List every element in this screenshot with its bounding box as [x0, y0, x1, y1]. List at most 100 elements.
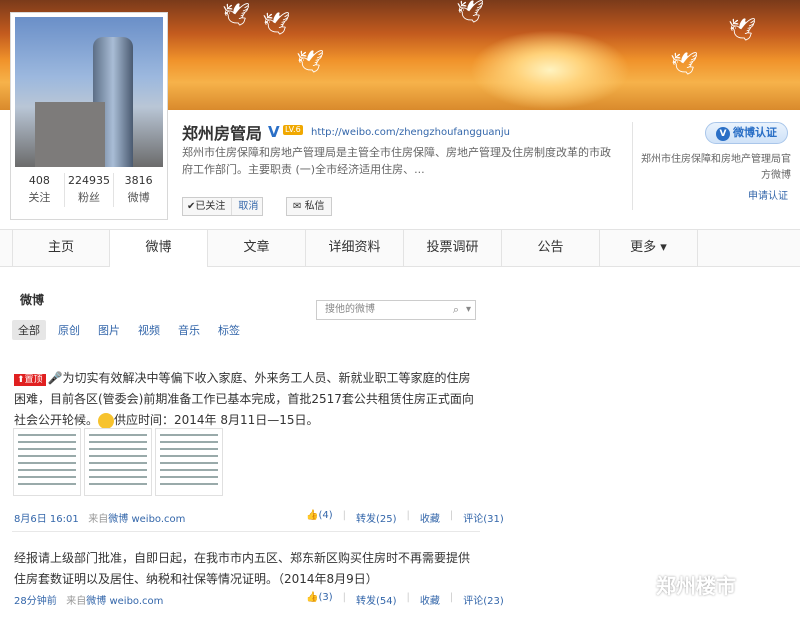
emoji-icon	[98, 412, 115, 429]
dove-icon: 🕊	[456, 0, 484, 25]
feed-title: 微博	[20, 293, 45, 307]
separator: |	[406, 592, 410, 603]
dove-icon: 🕊	[728, 18, 756, 43]
stat-label: 关注	[28, 191, 51, 204]
profile-url-link[interactable]: http://weibo.com/zhengzhoufangguanju	[311, 127, 510, 138]
avatar-card: 408 关注 224935 粉丝 3816 微博	[10, 12, 168, 220]
verify-button[interactable]: V 微博认证	[705, 122, 788, 144]
stat-posts[interactable]: 3816 微博	[114, 173, 163, 207]
thumbs-up-icon: 👍	[306, 510, 319, 521]
apply-verify-link[interactable]: 申请认证	[748, 187, 788, 202]
like-button[interactable]: 👍(4)	[306, 510, 333, 525]
post-meta: 8月6日 16:01 来自微博 weibo.com	[14, 510, 185, 525]
dove-icon: 🕊	[262, 12, 290, 37]
profile-name: 郑州房管局	[182, 124, 263, 143]
dove-icon: 🕊	[296, 50, 324, 75]
avatar[interactable]	[15, 17, 163, 167]
follow-status-button: ✔已关注 取消	[182, 197, 264, 216]
search-placeholder: 搜他的微博	[325, 304, 375, 315]
like-count: (4)	[318, 510, 333, 521]
profile-stats: 408 关注 224935 粉丝 3816 微博	[15, 173, 163, 207]
separator: |	[342, 592, 346, 603]
comment-button[interactable]: 评论(23)	[463, 592, 504, 607]
stat-value: 224935	[68, 174, 110, 187]
post-source-link[interactable]: 微博 weibo.com	[86, 596, 163, 607]
search-icon[interactable]: ⌕	[453, 301, 459, 319]
repost-button[interactable]: 转发(54)	[356, 592, 397, 607]
post-actions: 👍(3) | 转发(54) | 收藏 | 评论(23)	[306, 592, 504, 607]
like-button[interactable]: 👍(3)	[306, 592, 333, 607]
source-prefix: 来自	[66, 596, 87, 607]
level-badge[interactable]: LV.6	[283, 125, 303, 135]
stat-label: 粉丝	[78, 191, 100, 204]
repost-button[interactable]: 转发(25)	[356, 510, 397, 525]
post-text: 经报请上级部门批准，自即日起，在我市市内五区、郑东新区购买住房时不再需要提供住房…	[14, 548, 480, 590]
dove-icon: 🕊	[222, 3, 250, 28]
verify-label: 微博认证	[733, 126, 777, 139]
filter-images[interactable]: 图片	[92, 320, 126, 340]
thumbs-up-icon: 👍	[306, 592, 319, 603]
verify-description: 郑州市住房保障和房地产管理局官方微博	[641, 154, 791, 181]
filter-tags[interactable]: 标签	[212, 320, 246, 340]
separator: |	[406, 510, 410, 521]
post-time-link[interactable]: 28分钟前	[14, 596, 57, 607]
verify-v-icon: V	[716, 127, 730, 141]
sunset-glow	[470, 30, 630, 110]
favorite-button[interactable]: 收藏	[420, 592, 440, 607]
tab-articles[interactable]: 文章	[208, 230, 306, 267]
wechat-icon	[622, 575, 650, 600]
pin-icon: ⬆	[17, 375, 25, 385]
favorite-button[interactable]: 收藏	[420, 510, 440, 525]
stat-following[interactable]: 408 关注	[15, 173, 65, 207]
watermark-text: 郑州楼市	[656, 574, 736, 598]
post-divider	[12, 531, 480, 532]
profile-description: 郑州市住房保障和房地产管理局是主管全市住房保障、房地产管理及住房制度改革的市政府…	[182, 146, 611, 176]
envelope-icon: ✉	[293, 201, 305, 212]
dove-icon: 🕊	[670, 52, 698, 77]
filter-all[interactable]: 全部	[12, 320, 46, 340]
verified-v-icon[interactable]: V	[268, 123, 280, 141]
stat-value: 3816	[124, 174, 153, 187]
post-meta: 28分钟前 来自微博 weibo.com	[14, 592, 163, 607]
chevron-down-icon[interactable]: ▾	[466, 301, 471, 319]
profile-nav: 主页 微博 文章 详细资料 投票调研 公告 更多 ▾	[0, 229, 800, 268]
post-image[interactable]	[13, 428, 81, 496]
tab-notices[interactable]: 公告	[502, 230, 600, 267]
divider	[632, 122, 633, 210]
pin-label: 置顶	[24, 375, 43, 385]
filter-original[interactable]: 原创	[52, 320, 86, 340]
post-source-link[interactable]: 微博 weibo.com	[108, 514, 185, 525]
message-button[interactable]: ✉ 私信	[286, 197, 332, 216]
post-time-link[interactable]: 8月6日 16:01	[14, 514, 79, 525]
tab-polls[interactable]: 投票调研	[404, 230, 502, 267]
filter-video[interactable]: 视频	[132, 320, 166, 340]
post-image[interactable]	[84, 428, 152, 496]
post-text: ⬆置顶 🎤为切实有效解决中等偏下收入家庭、外来务工人员、新就业职工等家庭的住房困难…	[14, 368, 480, 431]
source-prefix: 来自	[88, 514, 109, 525]
separator: |	[342, 510, 346, 521]
microphone-icon: 🎤	[47, 371, 63, 385]
like-count: (3)	[318, 592, 333, 603]
followed-label: ✔已关注	[187, 201, 226, 212]
post-image[interactable]	[155, 428, 223, 496]
tab-more[interactable]: 更多 ▾	[600, 230, 698, 267]
post-body: 经报请上级部门批准，自即日起，在我市市内五区、郑东新区购买住房时不再需要提供住房…	[14, 551, 471, 586]
separator: |	[449, 510, 454, 521]
comment-button[interactable]: 评论(31)	[463, 510, 504, 525]
post-body-tail: 供应时间：2014年 8月11日—15日。	[114, 413, 319, 427]
message-label: 私信	[304, 201, 325, 212]
feed-search-input[interactable]: 搜他的微博 ⌕ ▾	[316, 300, 476, 320]
tab-weibo[interactable]: 微博	[110, 230, 208, 268]
separator: |	[449, 592, 454, 603]
stat-label: 微博	[127, 191, 150, 204]
building-image	[35, 102, 105, 167]
stat-value: 408	[28, 174, 50, 187]
tab-details[interactable]: 详细资料	[306, 230, 404, 267]
feed-filters: 全部 原创 图片 视频 音乐 标签	[12, 320, 246, 340]
watermark: 郑州楼市	[622, 570, 736, 600]
tab-home[interactable]: 主页	[12, 230, 110, 267]
unfollow-button[interactable]: 取消	[231, 198, 258, 215]
stat-followers[interactable]: 224935 粉丝	[65, 173, 115, 207]
pinned-badge: ⬆置顶	[14, 374, 46, 386]
filter-music[interactable]: 音乐	[172, 320, 206, 340]
